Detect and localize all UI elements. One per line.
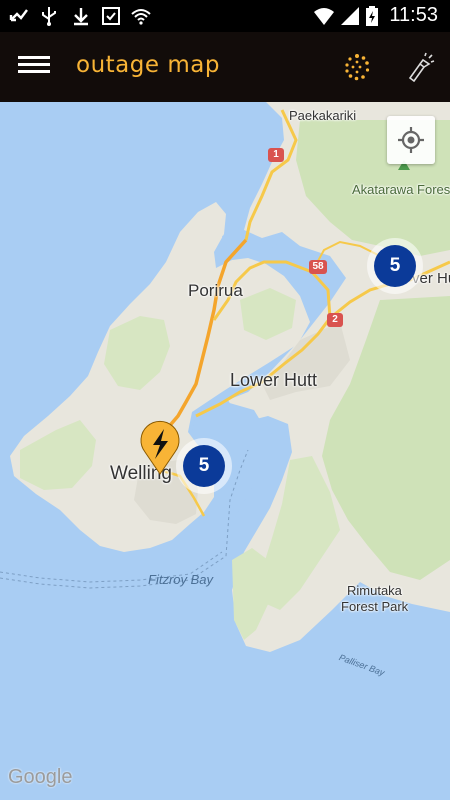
google-attribution: Google <box>8 766 73 788</box>
map-label-paekakariki: Paekakariki <box>289 108 357 123</box>
road-shield-58: 58 <box>309 260 327 274</box>
map-label-rimutaka-2: Forest Park <box>341 599 409 614</box>
missed-call-icon <box>9 9 28 22</box>
flashlight-icon[interactable] <box>404 50 436 82</box>
battery-charging-icon <box>366 6 378 26</box>
outage-cluster-upper-hutt[interactable]: 5 <box>367 238 423 294</box>
usb-icon <box>42 7 56 26</box>
map-label-rimutaka-1: Rimutaka <box>347 583 402 598</box>
crosshair-icon <box>398 127 424 153</box>
outage-cluster-wellington[interactable]: 5 <box>176 438 232 494</box>
refresh-icon[interactable] <box>342 52 372 82</box>
download-icon <box>74 8 88 26</box>
my-location-button[interactable] <box>387 116 435 164</box>
wifi-signal-icon <box>314 8 334 25</box>
map-label-lower-hutt: Lower Hutt <box>230 370 318 390</box>
outage-marker-icon[interactable] <box>139 419 181 475</box>
cluster-count: 5 <box>183 445 225 487</box>
cluster-count: 5 <box>374 245 416 287</box>
map-label-porirua: Porirua <box>188 281 243 300</box>
wifi-question-icon <box>131 9 151 25</box>
hamburger-icon-line <box>18 70 50 73</box>
map-label-akatarawa: Akatarawa Forest <box>352 182 450 197</box>
road-shield-1: 1 <box>268 148 284 162</box>
menu-button[interactable] <box>18 52 50 82</box>
road-shield-2: 2 <box>327 313 343 327</box>
page-title: outage map <box>76 52 220 78</box>
hamburger-icon <box>18 56 50 59</box>
cell-signal-icon <box>341 7 359 25</box>
app-bar: outage map <box>0 32 450 102</box>
hamburger-icon-line <box>18 63 50 66</box>
notification-check-icon <box>102 7 120 25</box>
map-label-fitzroy-bay: Fitzroy Bay <box>148 572 214 587</box>
status-bar: 11:53 <box>0 0 450 32</box>
clock: 11:53 <box>389 4 438 26</box>
